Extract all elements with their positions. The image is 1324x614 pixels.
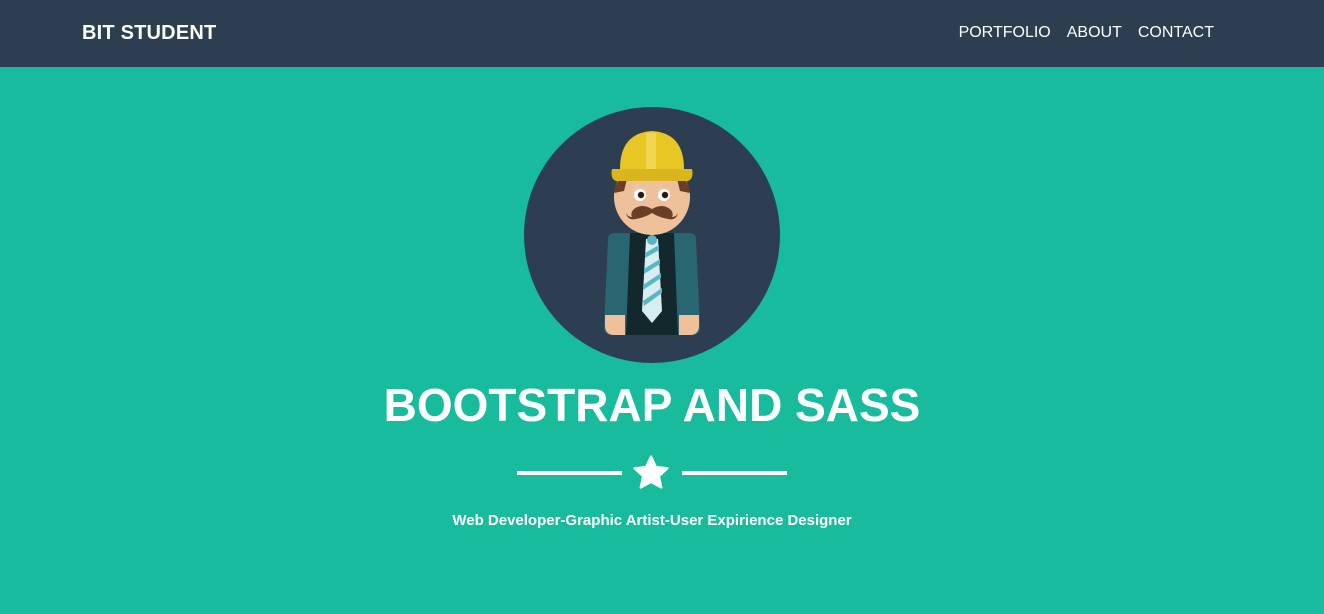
hero-title: BOOTSTRAP AND SASS xyxy=(383,379,921,431)
divider-line-left xyxy=(517,471,622,475)
nav-links: PORTFOLIO ABOUT CONTACT xyxy=(959,22,1214,44)
construction-worker-avatar-icon xyxy=(524,107,780,363)
brand-link[interactable]: BIT STUDENT xyxy=(82,21,216,45)
star-icon xyxy=(633,455,669,489)
navbar: BIT STUDENT PORTFOLIO ABOUT CONTACT xyxy=(0,0,1324,67)
hero-subtitle: Web Developer-Graphic Artist-User Expiri… xyxy=(452,512,852,529)
nav-link-contact[interactable]: CONTACT xyxy=(1138,22,1214,44)
divider-line-right xyxy=(682,471,787,475)
nav-link-about[interactable]: ABOUT xyxy=(1067,22,1122,44)
hero-section: BOOTSTRAP AND SASS Web Developer-Graphic… xyxy=(0,67,1324,614)
star-divider xyxy=(517,453,787,493)
nav-link-portfolio[interactable]: PORTFOLIO xyxy=(959,22,1051,44)
